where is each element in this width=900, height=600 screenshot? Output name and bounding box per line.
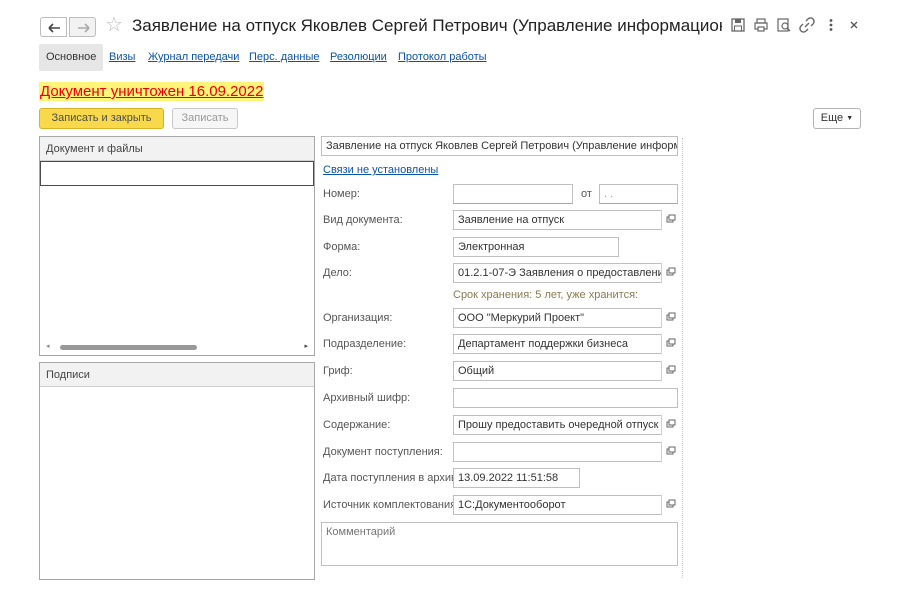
- case-open-button[interactable]: [661, 263, 678, 283]
- find-in-document-icon[interactable]: [776, 17, 792, 33]
- content-open-button[interactable]: [661, 415, 678, 435]
- archive-date-input[interactable]: 13.09.2022 11:51:58: [453, 468, 580, 488]
- grif-label: Гриф:: [323, 365, 353, 377]
- department-label: Подразделение:: [323, 338, 407, 350]
- open-form-icon: [666, 499, 676, 508]
- title-bar: ☆ Заявление на отпуск Яковлев Сергей Пет…: [0, 0, 900, 40]
- tab-personal-data[interactable]: Перс. данные: [249, 44, 319, 71]
- department-open-button[interactable]: [661, 334, 678, 354]
- documents-files-row[interactable]: [40, 161, 314, 186]
- link-icon[interactable]: [799, 17, 815, 33]
- case-input[interactable]: 01.2.1-07-Э Заявления о предоставлении с: [453, 263, 678, 283]
- organization-input[interactable]: ООО "Меркурий Проект": [453, 308, 678, 328]
- tab-main[interactable]: Основное: [39, 44, 104, 71]
- department-input[interactable]: Департамент поддержки бизнеса: [453, 334, 678, 354]
- tab-work-log[interactable]: Протокол работы: [398, 44, 487, 71]
- dropdown-arrow-icon: ▼: [846, 115, 854, 122]
- save-and-close-button[interactable]: Записать и закрыть: [39, 108, 164, 129]
- open-form-icon: [666, 214, 676, 223]
- save-button[interactable]: Записать: [172, 108, 238, 129]
- open-form-icon: [666, 419, 676, 428]
- doctype-open-button[interactable]: [661, 210, 678, 230]
- storage-period-note: Срок хранения: 5 лет, уже хранится:: [453, 289, 639, 301]
- back-button[interactable]: [40, 17, 67, 37]
- scrollbar-thumb[interactable]: [60, 345, 197, 350]
- tab-resolutions[interactable]: Резолюции: [330, 44, 387, 71]
- open-form-icon: [666, 446, 676, 455]
- content-label: Содержание:: [323, 419, 391, 431]
- destroyed-status-banner: Документ уничтожен 16.09.2022: [39, 82, 265, 101]
- more-menu-icon[interactable]: [823, 17, 839, 33]
- number-label: Номер:: [323, 188, 360, 200]
- doctype-label: Вид документа:: [323, 214, 403, 226]
- forward-button[interactable]: [69, 17, 96, 37]
- open-form-icon: [666, 267, 676, 276]
- incoming-document-label: Документ поступления:: [323, 446, 443, 458]
- number-input[interactable]: [453, 184, 573, 204]
- arrow-right-icon: [78, 23, 90, 33]
- horizontal-scrollbar[interactable]: ◂ ▸: [46, 342, 308, 351]
- favorite-star-icon[interactable]: ☆: [105, 14, 123, 36]
- more-actions-label: Еще: [820, 112, 844, 124]
- form-right-divider: [682, 138, 683, 578]
- date-input[interactable]: . .: [599, 184, 678, 204]
- archive-code-label: Архивный шифр:: [323, 392, 411, 404]
- source-open-button[interactable]: [661, 495, 678, 515]
- grif-input[interactable]: Общий: [453, 361, 678, 381]
- scroll-right-icon[interactable]: ▸: [304, 342, 308, 350]
- links-not-established-link[interactable]: Связи не установлены: [323, 164, 438, 176]
- organization-label: Организация:: [323, 312, 393, 324]
- arrow-left-icon: [48, 23, 60, 33]
- form-label: Форма:: [323, 241, 361, 253]
- date-from-label: от: [581, 188, 592, 200]
- comment-textarea[interactable]: [321, 522, 678, 566]
- open-form-icon: [666, 312, 676, 321]
- signatures-panel: Подписи: [39, 362, 315, 580]
- incoming-document-open-button[interactable]: [661, 442, 678, 462]
- document-name-field[interactable]: Заявление на отпуск Яковлев Сергей Петро…: [321, 136, 678, 156]
- tab-visas[interactable]: Визы: [109, 44, 135, 71]
- archive-code-input[interactable]: [453, 388, 678, 408]
- archive-date-label: Дата поступления в архив:: [323, 472, 460, 484]
- grif-open-button[interactable]: [661, 361, 678, 381]
- documents-files-header: Документ и файлы: [40, 137, 314, 161]
- window-title: Заявление на отпуск Яковлев Сергей Петро…: [132, 16, 722, 35]
- case-label: Дело:: [323, 267, 352, 279]
- print-icon[interactable]: [753, 17, 769, 33]
- content-input[interactable]: Прошу предоставить очередной отпуск с 2: [453, 415, 678, 435]
- documents-files-panel: Документ и файлы ◂ ▸: [39, 136, 315, 356]
- save-icon[interactable]: [730, 17, 746, 33]
- source-input[interactable]: 1С:Документооборот: [453, 495, 678, 515]
- source-label: Источник комплектования:: [323, 499, 460, 511]
- close-icon[interactable]: [846, 17, 862, 33]
- open-form-icon: [666, 338, 676, 347]
- signatures-header: Подписи: [40, 363, 314, 387]
- form-input[interactable]: Электронная: [453, 237, 619, 257]
- open-form-icon: [666, 365, 676, 374]
- organization-open-button[interactable]: [661, 308, 678, 328]
- incoming-document-input[interactable]: [453, 442, 678, 462]
- more-actions-button[interactable]: Еще ▼: [813, 108, 861, 129]
- doctype-input[interactable]: Заявление на отпуск: [453, 210, 678, 230]
- tab-transfer-log[interactable]: Журнал передачи: [148, 44, 239, 71]
- scroll-left-icon[interactable]: ◂: [46, 342, 50, 350]
